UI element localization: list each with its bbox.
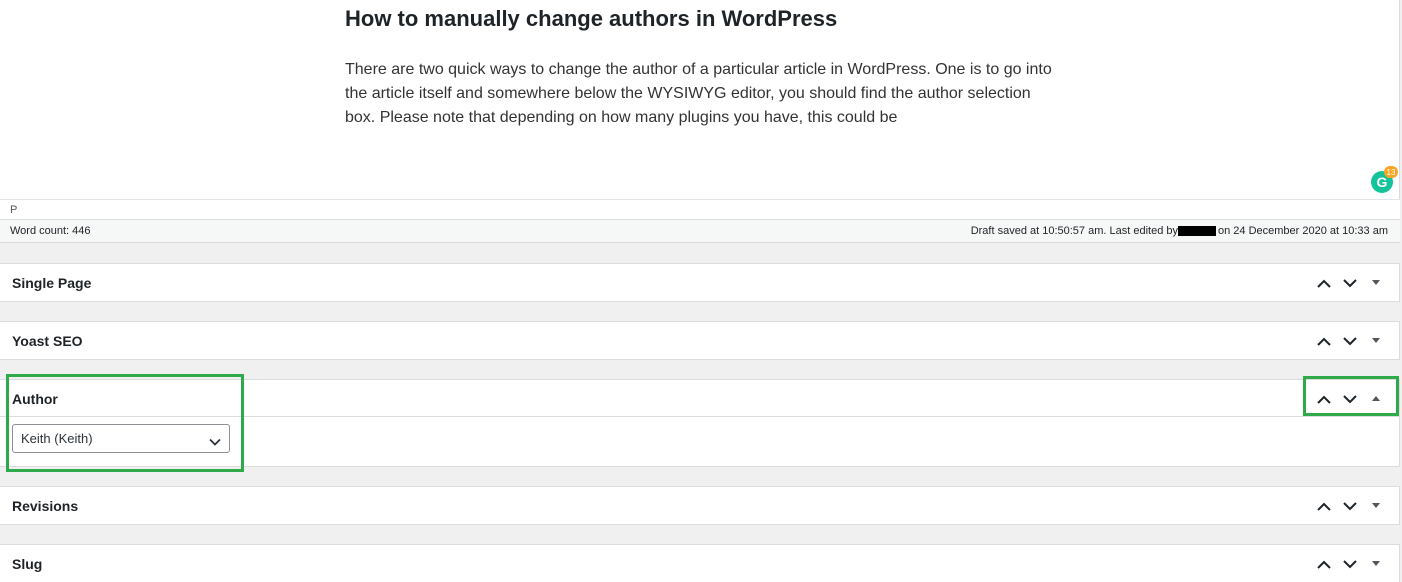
chevron-down-icon	[209, 434, 221, 449]
editor-status-bar: Word count: 446 Draft saved at 10:50:57 …	[0, 220, 1400, 243]
draft-status: Draft saved at 10:50:57 am. Last edited …	[971, 225, 1388, 237]
chevron-up-icon[interactable]	[1311, 554, 1337, 574]
element-path[interactable]: P	[10, 204, 17, 216]
metabox-header: Single Page	[0, 264, 1399, 301]
redacted-username	[1177, 226, 1216, 237]
metabox-header: Yoast SEO	[0, 322, 1399, 359]
article-paragraph: There are two quick ways to change the a…	[345, 61, 1052, 126]
author-select-value: Keith (Keith)	[21, 431, 93, 446]
metabox-title[interactable]: Slug	[12, 556, 42, 572]
editor-content-area[interactable]: How to manually change authors in WordPr…	[0, 0, 1400, 199]
triangle-down-toggle-icon[interactable]	[1363, 554, 1389, 574]
chevron-down-icon[interactable]	[1337, 331, 1363, 351]
metabox-title[interactable]: Yoast SEO	[12, 333, 83, 349]
metabox-title[interactable]: Revisions	[12, 498, 78, 514]
word-count: Word count: 446	[10, 225, 91, 237]
metabox-handle-actions	[1311, 554, 1389, 574]
metabox-header: Author	[0, 380, 1399, 417]
triangle-up-toggle-icon[interactable]	[1363, 389, 1389, 409]
metabox-handle-actions	[1311, 389, 1389, 409]
metabox-title[interactable]: Author	[12, 391, 58, 407]
metabox-author: Author Keith (Keith)	[0, 379, 1400, 467]
metabox-header: Revisions	[0, 487, 1399, 524]
article-heading: How to manually change authors in WordPr…	[345, 6, 838, 31]
metabox-handle-actions	[1311, 496, 1389, 516]
chevron-up-icon[interactable]	[1311, 389, 1337, 409]
metabox-revisions: Revisions	[0, 486, 1400, 525]
metabox-slug: Slug	[0, 544, 1400, 582]
author-select[interactable]: Keith (Keith)	[12, 424, 230, 453]
metabox-header: Slug	[0, 545, 1399, 582]
chevron-down-icon[interactable]	[1337, 389, 1363, 409]
triangle-down-toggle-icon[interactable]	[1363, 273, 1389, 293]
element-path-bar: P	[0, 199, 1400, 220]
metabox-title[interactable]: Single Page	[12, 275, 91, 291]
metabox-handle-actions	[1311, 273, 1389, 293]
grammarly-count-badge: 13	[1384, 166, 1398, 178]
metabox-handle-actions	[1311, 331, 1389, 351]
chevron-down-icon[interactable]	[1337, 496, 1363, 516]
draft-status-suffix: on 24 December 2020 at 10:33 am	[1217, 225, 1388, 237]
triangle-down-toggle-icon[interactable]	[1363, 496, 1389, 516]
metabox-single-page: Single Page	[0, 263, 1400, 302]
metabox-content: Keith (Keith)	[0, 417, 1399, 466]
chevron-up-icon[interactable]	[1311, 496, 1337, 516]
chevron-down-icon[interactable]	[1337, 273, 1363, 293]
metabox-yoast-seo: Yoast SEO	[0, 321, 1400, 360]
triangle-down-toggle-icon[interactable]	[1363, 331, 1389, 351]
draft-status-prefix: Draft saved at 10:50:57 am. Last edited …	[970, 225, 1178, 237]
chevron-up-icon[interactable]	[1311, 273, 1337, 293]
chevron-down-icon[interactable]	[1337, 554, 1363, 574]
chevron-up-icon[interactable]	[1311, 331, 1337, 351]
